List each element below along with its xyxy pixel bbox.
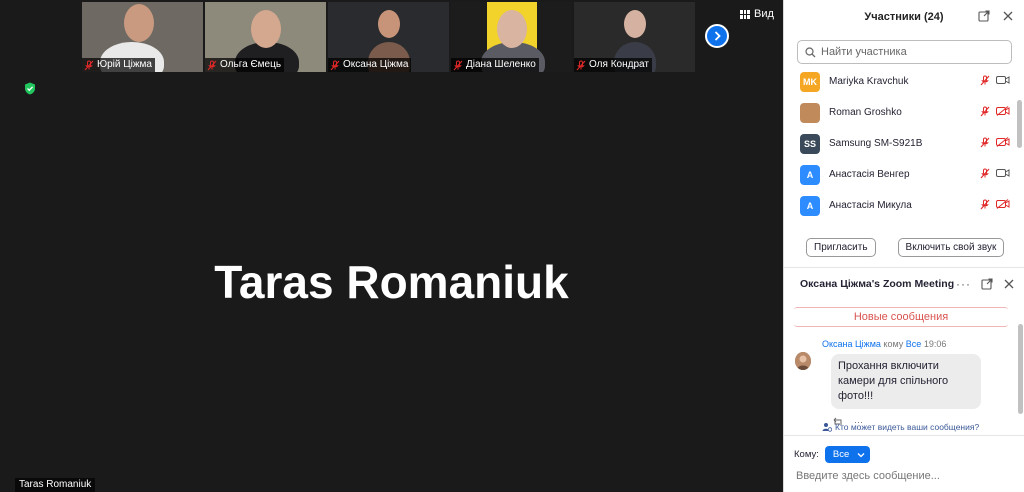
participant-name: Roman Groshko: [829, 107, 902, 118]
mic-muted-icon: [576, 60, 586, 70]
message-input[interactable]: [796, 470, 1011, 482]
thumbnail-strip: Юрій Ціжма Ольга Ємець Оксана Ціжма Діана Ш…: [82, 2, 695, 72]
participant-row[interactable]: A Анастасія Микула: [784, 190, 1016, 221]
participant-name-label: Оксана Ціжма: [328, 58, 412, 72]
participant-name: Samsung SM-S921B: [829, 138, 923, 149]
view-button-label: Вид: [754, 8, 774, 20]
participant-name-label: Діана Шеленко: [451, 58, 539, 72]
unmute-button[interactable]: Включить свой звук: [897, 238, 1005, 257]
active-speaker-name: Taras Romaniuk: [214, 256, 569, 308]
message-time: 19:06: [923, 339, 947, 349]
mic-muted-icon: [980, 168, 990, 179]
chat-panel: Оксана Ціжма's Zoom Meeting ··· Новые со…: [784, 267, 1024, 492]
avatar: A: [800, 195, 820, 216]
recipient-row: Кому: Все: [794, 446, 871, 463]
camera-off-icon: [996, 137, 1010, 147]
who-can-see-link[interactable]: Кто может видеть ваши сообщения?: [822, 422, 979, 432]
new-messages-divider[interactable]: Новые сообщения: [794, 307, 1008, 327]
participant-row[interactable]: MK Mariyka Kravchuk: [784, 66, 1016, 97]
participant-name-label: Юрій Ціжма: [82, 58, 155, 72]
camera-off-icon: [996, 199, 1010, 209]
search-input[interactable]: [821, 46, 1001, 58]
participant-video-tile[interactable]: Оксана Ціжма: [328, 2, 449, 72]
mic-muted-icon: [453, 60, 463, 70]
message-meta: Оксана Ціжма кому Все 19:06: [822, 339, 1008, 349]
mic-muted-icon: [84, 60, 94, 70]
mic-muted-icon: [980, 199, 990, 210]
recipient-value: Все: [832, 449, 850, 460]
invite-button[interactable]: Пригласить: [806, 238, 876, 257]
person-icon: [822, 423, 832, 432]
participants-title: Участники (24): [864, 11, 944, 23]
speaker-name-tag: Taras Romaniuk: [15, 478, 96, 492]
participant-scrollbar[interactable]: [1017, 100, 1022, 148]
message-sender[interactable]: Оксана Ціжма: [822, 339, 881, 349]
avatar: [800, 102, 820, 123]
participant-row[interactable]: A Анастасія Венгер: [784, 159, 1016, 190]
avatar: SS: [800, 133, 820, 154]
participant-name-label: Оля Кондрат: [574, 58, 652, 72]
participant-row[interactable]: Roman Groshko: [784, 97, 1016, 128]
pop-out-icon[interactable]: [978, 10, 990, 22]
next-page-button[interactable]: [705, 24, 729, 48]
recipient-label: Кому:: [794, 449, 819, 460]
participant-video-tile[interactable]: Юрій Ціжма: [82, 2, 203, 72]
recipient-dropdown[interactable]: Все: [824, 446, 871, 463]
message-to-word: кому: [883, 339, 904, 349]
chat-footer: Кому: Все: [784, 435, 1024, 492]
participant-list: MK Mariyka Kravchuk Roman Groshko SS Samsung…: [784, 66, 1016, 224]
participant-name-label: Ольга Ємець: [205, 58, 285, 72]
chat-message: Оксана Ціжма кому Все 19:06 Прохання вкл…: [794, 339, 1008, 427]
participant-name: Анастасія Венгер: [829, 169, 910, 180]
message-bubble: Прохання включити камери для спільного ф…: [831, 354, 981, 409]
camera-off-icon: [996, 106, 1010, 116]
mic-muted-icon: [980, 106, 990, 117]
shield-icon: [25, 82, 35, 95]
participant-name: Анастасія Микула: [829, 200, 912, 211]
participant-name: Mariyka Kravchuk: [829, 76, 909, 87]
chevron-down-icon: [857, 452, 865, 457]
chat-title: Оксана Ціжма's Zoom Meeting: [800, 278, 955, 290]
participant-search[interactable]: [797, 40, 1012, 64]
video-area: Юрій Ціжма Ольга Ємець Оксана Ціжма Діана Ш…: [0, 0, 783, 492]
camera-icon: [996, 169, 1010, 177]
participant-video-tile[interactable]: Оля Кондрат: [574, 2, 695, 72]
search-icon: [805, 46, 816, 57]
participant-video-tile[interactable]: Ольга Ємець: [205, 2, 326, 72]
participant-status: [980, 168, 1010, 179]
participant-video-tile[interactable]: Діана Шеленко: [451, 2, 572, 72]
view-button[interactable]: Вид: [740, 8, 774, 20]
participant-actions: Пригласить Включить свой звук: [806, 238, 1005, 257]
close-icon[interactable]: [1002, 10, 1014, 22]
more-options-icon[interactable]: ···: [956, 278, 971, 290]
close-icon[interactable]: [1003, 278, 1015, 290]
mic-muted-icon: [207, 60, 217, 70]
mic-muted-icon: [330, 60, 340, 70]
participant-status: [980, 106, 1010, 117]
grid-view-icon: [740, 9, 750, 19]
chat-header: Оксана Ціжма's Zoom Meeting ···: [784, 268, 1024, 300]
participants-header: Участники (24): [784, 0, 1024, 34]
mic-muted-icon: [980, 75, 990, 86]
participant-status: [980, 199, 1010, 210]
chat-scrollbar[interactable]: [1018, 324, 1023, 414]
who-can-see-label: Кто может видеть ваши сообщения?: [835, 422, 980, 432]
side-panel: Участники (24) MK Mariyka Kravchuk Roman G…: [783, 0, 1024, 492]
participant-status: [980, 137, 1010, 148]
chevron-right-icon: [714, 31, 721, 41]
avatar: A: [800, 164, 820, 185]
participant-status: [980, 75, 1010, 86]
avatar: MK: [800, 71, 820, 92]
zoom-meeting-window: Юрій Ціжма Ольга Ємець Оксана Ціжма Діана Ш…: [0, 0, 1024, 492]
message-recipient: Все: [905, 339, 922, 349]
participant-row[interactable]: SS Samsung SM-S921B: [784, 128, 1016, 159]
avatar: [795, 352, 811, 370]
mic-muted-icon: [980, 137, 990, 148]
pop-out-icon[interactable]: [981, 278, 993, 290]
camera-icon: [996, 76, 1010, 84]
